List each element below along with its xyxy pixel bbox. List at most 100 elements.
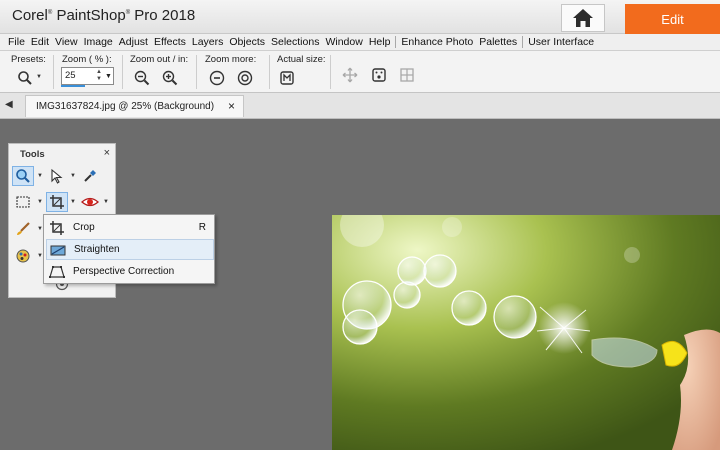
app-title-product: PaintShop xyxy=(56,7,126,24)
crop-tool[interactable] xyxy=(46,192,68,212)
presets-dropdown[interactable] xyxy=(16,69,34,87)
menu-image[interactable]: Image xyxy=(81,36,116,48)
pointer-icon xyxy=(51,168,63,184)
close-icon[interactable]: × xyxy=(104,147,110,159)
chevron-down-icon[interactable]: ▼ xyxy=(70,199,76,205)
menu-user-interface[interactable]: User Interface xyxy=(525,36,597,48)
zoom-value: 25 xyxy=(65,70,76,81)
zoom-more-label: Zoom more: xyxy=(205,54,257,65)
zoom-more-in-button[interactable] xyxy=(236,69,254,87)
flyout-item-crop[interactable]: Crop R xyxy=(46,217,214,238)
menu-selections[interactable]: Selections xyxy=(268,36,322,48)
menu-effects[interactable]: Effects xyxy=(151,36,189,48)
pick-tool[interactable] xyxy=(46,166,68,186)
flyout-item-label: Perspective Correction xyxy=(73,266,175,277)
zoom-more-in-icon xyxy=(237,70,253,86)
selection-icon xyxy=(16,196,30,208)
menu-window[interactable]: Window xyxy=(322,36,365,48)
zoom-in-button[interactable] xyxy=(161,69,179,87)
fit-window-button[interactable] xyxy=(370,66,388,84)
options-separator xyxy=(53,55,54,89)
chevron-down-icon[interactable]: ▼ xyxy=(70,173,76,179)
move-icon xyxy=(342,67,358,83)
menu-adjust[interactable]: Adjust xyxy=(116,36,151,48)
flyout-item-shortcut: R xyxy=(198,222,206,233)
paint-brush-tool[interactable] xyxy=(12,219,34,239)
menu-bar: File Edit View Image Adjust Effects Laye… xyxy=(0,34,720,51)
zoom-tool[interactable] xyxy=(12,166,34,186)
title-bar: Corel® PaintShop® Pro 2018 Edit xyxy=(0,0,720,34)
chevron-left-icon[interactable]: ◀ xyxy=(5,99,13,110)
color-palette-icon xyxy=(16,249,30,263)
fit-window-icon xyxy=(372,68,386,82)
crop-icon xyxy=(48,219,66,237)
menu-layers[interactable]: Layers xyxy=(189,36,227,48)
zoom-label: Zoom ( % ): xyxy=(62,54,112,65)
edit-workspace-button[interactable]: Edit xyxy=(625,4,720,34)
document-tab[interactable]: IMG31637824.jpg @ 25% (Background) × xyxy=(25,95,244,117)
zoom-more-out-icon xyxy=(209,70,225,86)
fill-tool[interactable] xyxy=(12,246,34,266)
options-separator xyxy=(330,55,331,89)
red-eye-icon xyxy=(81,197,99,207)
options-separator xyxy=(196,55,197,89)
zoom-dropdown-button[interactable]: ▼ xyxy=(104,67,114,85)
actual-size-label: Actual size: xyxy=(277,54,326,65)
document-tab-info: @ 25% (Background) xyxy=(118,101,215,112)
zoom-preset-icon xyxy=(18,71,32,85)
photo-canvas[interactable] xyxy=(332,215,720,450)
zoom-icon xyxy=(16,169,30,183)
menu-file[interactable]: File xyxy=(5,36,28,48)
flyout-item-straighten[interactable]: Straighten xyxy=(46,239,214,260)
actual-size-icon xyxy=(280,71,294,85)
menu-objects[interactable]: Objects xyxy=(226,36,268,48)
pan-button[interactable] xyxy=(341,66,359,84)
zoom-in-icon xyxy=(162,70,178,86)
eyedropper-icon xyxy=(84,170,96,182)
menu-palettes[interactable]: Palettes xyxy=(476,36,520,48)
zoom-out-button[interactable] xyxy=(133,69,151,87)
edit-workspace-label: Edit xyxy=(661,11,684,27)
options-separator xyxy=(122,55,123,89)
actual-size-button[interactable] xyxy=(278,69,296,87)
app-title-brand: Corel xyxy=(12,7,48,24)
flyout-item-perspective-correction[interactable]: Perspective Correction xyxy=(46,261,214,282)
chevron-down-icon[interactable]: ▼ xyxy=(37,173,43,179)
fit-screen-icon xyxy=(400,68,414,82)
red-eye-tool[interactable] xyxy=(79,192,101,212)
document-tab-filename: IMG31637824.jpg xyxy=(36,101,116,112)
zoom-input[interactable]: 25 ▲ ▼ xyxy=(61,67,105,85)
menu-help[interactable]: Help xyxy=(366,36,394,48)
flyout-item-label: Crop xyxy=(73,222,95,233)
zoom-out-in-label: Zoom out / in: xyxy=(130,54,189,65)
paintbrush-icon xyxy=(17,222,30,235)
chevron-down-icon[interactable]: ▼ xyxy=(36,74,42,80)
selection-tool[interactable] xyxy=(12,192,34,212)
menu-separator xyxy=(395,36,397,48)
zoom-more-out-button[interactable] xyxy=(208,69,226,87)
zoom-spinner[interactable]: ▲ ▼ xyxy=(95,69,103,83)
app-title-version: Pro 2018 xyxy=(134,7,196,24)
crop-icon xyxy=(50,195,64,209)
dropper-tool[interactable] xyxy=(79,166,101,186)
menu-view[interactable]: View xyxy=(52,36,81,48)
photo-image xyxy=(332,215,720,450)
fit-screen-button[interactable] xyxy=(398,66,416,84)
chevron-down-icon[interactable]: ▼ xyxy=(37,199,43,205)
home-button[interactable] xyxy=(561,4,605,32)
tool-options-bar: Presets: ▼ Zoom ( % ): 25 ▲ ▼ ▼ Zoom out … xyxy=(0,51,720,93)
options-separator xyxy=(269,55,270,89)
chevron-down-icon[interactable]: ▼ xyxy=(103,199,109,205)
zoom-out-icon xyxy=(134,70,150,86)
menu-separator xyxy=(522,36,524,48)
tools-palette-title: Tools xyxy=(20,149,45,160)
flyout-item-label: Straighten xyxy=(74,244,120,255)
menu-enhance-photo[interactable]: Enhance Photo xyxy=(398,36,476,48)
close-icon[interactable]: × xyxy=(228,99,235,113)
home-icon xyxy=(573,9,593,27)
document-tab-strip: ◀ IMG31637824.jpg @ 25% (Background) × xyxy=(0,93,720,119)
perspective-correction-icon xyxy=(48,263,66,281)
straighten-icon xyxy=(49,241,67,259)
presets-label: Presets: xyxy=(11,54,46,65)
menu-edit[interactable]: Edit xyxy=(28,36,52,48)
